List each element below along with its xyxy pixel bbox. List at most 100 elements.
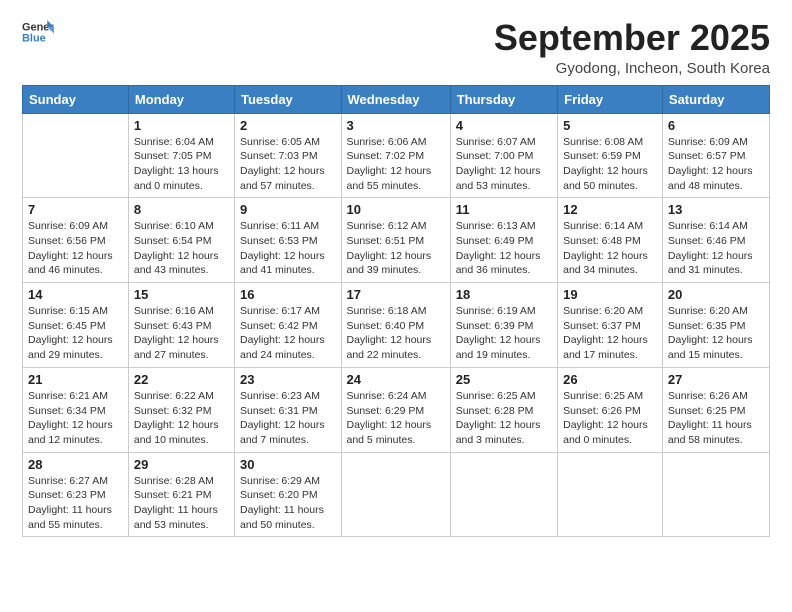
day-number: 9 <box>240 202 336 217</box>
calendar-table: SundayMondayTuesdayWednesdayThursdayFrid… <box>22 85 770 538</box>
day-cell: 8 Sunrise: 6:10 AM Sunset: 6:54 PM Daylig… <box>128 198 234 283</box>
day-number: 30 <box>240 457 336 472</box>
header-row: SundayMondayTuesdayWednesdayThursdayFrid… <box>23 85 770 113</box>
day-number: 7 <box>28 202 123 217</box>
week-row-1: 1 Sunrise: 6:04 AM Sunset: 7:05 PM Daylig… <box>23 113 770 198</box>
month-title: September 2025 <box>494 18 770 58</box>
day-info: Sunrise: 6:14 AM Sunset: 6:48 PM Dayligh… <box>563 219 657 278</box>
day-number: 5 <box>563 118 657 133</box>
day-number: 12 <box>563 202 657 217</box>
day-number: 27 <box>668 372 764 387</box>
day-info: Sunrise: 6:13 AM Sunset: 6:49 PM Dayligh… <box>456 219 552 278</box>
day-cell: 3Sunrise: 6:06 AM Sunset: 7:02 PM Daylig… <box>341 113 450 198</box>
day-info: Sunrise: 6:04 AM Sunset: 7:05 PM Dayligh… <box>134 135 229 194</box>
week-row-5: 28 Sunrise: 6:27 AM Sunset: 6:23 PM Dayli… <box>23 452 770 537</box>
day-info: Sunrise: 6:19 AM Sunset: 6:39 PM Dayligh… <box>456 304 552 363</box>
day-number: 1 <box>134 118 229 133</box>
day-cell: 29 Sunrise: 6:28 AM Sunset: 6:21 PM Dayli… <box>128 452 234 537</box>
day-cell: 1 Sunrise: 6:04 AM Sunset: 7:05 PM Daylig… <box>128 113 234 198</box>
day-number: 24 <box>347 372 445 387</box>
day-cell: 24 Sunrise: 6:24 AM Sunset: 6:29 PM Dayli… <box>341 367 450 452</box>
day-cell: 2 Sunrise: 6:05 AM Sunset: 7:03 PM Daylig… <box>235 113 342 198</box>
day-info: Sunrise: 6:28 AM Sunset: 6:21 PM Dayligh… <box>134 474 229 533</box>
day-number: 15 <box>134 287 229 302</box>
day-number: 6 <box>668 118 764 133</box>
header: General Blue September 2025 Gyodong, Inc… <box>22 18 770 77</box>
day-number: 10 <box>347 202 445 217</box>
day-info: Sunrise: 6:25 AM Sunset: 6:26 PM Dayligh… <box>563 389 657 448</box>
day-info: Sunrise: 6:25 AM Sunset: 6:28 PM Dayligh… <box>456 389 552 448</box>
day-cell: 25Sunrise: 6:25 AM Sunset: 6:28 PM Dayli… <box>450 367 557 452</box>
day-info: Sunrise: 6:11 AM Sunset: 6:53 PM Dayligh… <box>240 219 336 278</box>
day-number: 17 <box>347 287 445 302</box>
day-number: 26 <box>563 372 657 387</box>
day-cell: 28 Sunrise: 6:27 AM Sunset: 6:23 PM Dayli… <box>23 452 129 537</box>
day-cell: 23 Sunrise: 6:23 AM Sunset: 6:31 PM Dayli… <box>235 367 342 452</box>
day-info: Sunrise: 6:12 AM Sunset: 6:51 PM Dayligh… <box>347 219 445 278</box>
day-cell <box>450 452 557 537</box>
logo-icon: General Blue <box>22 18 54 46</box>
day-info: Sunrise: 6:21 AM Sunset: 6:34 PM Dayligh… <box>28 389 123 448</box>
svg-text:Blue: Blue <box>22 32 46 44</box>
day-number: 28 <box>28 457 123 472</box>
day-cell: 18 Sunrise: 6:19 AM Sunset: 6:39 PM Dayli… <box>450 283 557 368</box>
week-row-2: 7 Sunrise: 6:09 AM Sunset: 6:56 PM Daylig… <box>23 198 770 283</box>
day-cell: 7 Sunrise: 6:09 AM Sunset: 6:56 PM Daylig… <box>23 198 129 283</box>
day-cell: 13 Sunrise: 6:14 AM Sunset: 6:46 PM Dayli… <box>662 198 769 283</box>
day-info: Sunrise: 6:20 AM Sunset: 6:37 PM Dayligh… <box>563 304 657 363</box>
day-cell: 14Sunrise: 6:15 AM Sunset: 6:45 PM Dayli… <box>23 283 129 368</box>
day-cell: 26 Sunrise: 6:25 AM Sunset: 6:26 PM Dayli… <box>558 367 663 452</box>
day-info: Sunrise: 6:24 AM Sunset: 6:29 PM Dayligh… <box>347 389 445 448</box>
day-info: Sunrise: 6:14 AM Sunset: 6:46 PM Dayligh… <box>668 219 764 278</box>
day-info: Sunrise: 6:16 AM Sunset: 6:43 PM Dayligh… <box>134 304 229 363</box>
day-cell: 19 Sunrise: 6:20 AM Sunset: 6:37 PM Dayli… <box>558 283 663 368</box>
day-number: 19 <box>563 287 657 302</box>
day-info: Sunrise: 6:20 AM Sunset: 6:35 PM Dayligh… <box>668 304 764 363</box>
day-number: 11 <box>456 202 552 217</box>
day-cell: 4 Sunrise: 6:07 AM Sunset: 7:00 PM Daylig… <box>450 113 557 198</box>
day-cell: 9 Sunrise: 6:11 AM Sunset: 6:53 PM Daylig… <box>235 198 342 283</box>
day-info: Sunrise: 6:26 AM Sunset: 6:25 PM Dayligh… <box>668 389 764 448</box>
day-info: Sunrise: 6:09 AM Sunset: 6:57 PM Dayligh… <box>668 135 764 194</box>
col-header-saturday: Saturday <box>662 85 769 113</box>
day-number: 13 <box>668 202 764 217</box>
day-number: 29 <box>134 457 229 472</box>
day-cell: 22 Sunrise: 6:22 AM Sunset: 6:32 PM Dayli… <box>128 367 234 452</box>
logo: General Blue <box>22 18 54 46</box>
day-number: 20 <box>668 287 764 302</box>
day-cell: 30Sunrise: 6:29 AM Sunset: 6:20 PM Dayli… <box>235 452 342 537</box>
day-info: Sunrise: 6:08 AM Sunset: 6:59 PM Dayligh… <box>563 135 657 194</box>
day-cell <box>341 452 450 537</box>
day-number: 4 <box>456 118 552 133</box>
week-row-4: 21 Sunrise: 6:21 AM Sunset: 6:34 PM Dayli… <box>23 367 770 452</box>
day-cell: 12 Sunrise: 6:14 AM Sunset: 6:48 PM Dayli… <box>558 198 663 283</box>
day-info: Sunrise: 6:09 AM Sunset: 6:56 PM Dayligh… <box>28 219 123 278</box>
day-info: Sunrise: 6:05 AM Sunset: 7:03 PM Dayligh… <box>240 135 336 194</box>
day-info: Sunrise: 6:07 AM Sunset: 7:00 PM Dayligh… <box>456 135 552 194</box>
day-info: Sunrise: 6:06 AM Sunset: 7:02 PM Dayligh… <box>347 135 445 194</box>
day-cell: 6 Sunrise: 6:09 AM Sunset: 6:57 PM Daylig… <box>662 113 769 198</box>
col-header-tuesday: Tuesday <box>235 85 342 113</box>
day-number: 23 <box>240 372 336 387</box>
day-info: Sunrise: 6:17 AM Sunset: 6:42 PM Dayligh… <box>240 304 336 363</box>
day-cell <box>662 452 769 537</box>
day-number: 2 <box>240 118 336 133</box>
day-info: Sunrise: 6:18 AM Sunset: 6:40 PM Dayligh… <box>347 304 445 363</box>
calendar-page: General Blue September 2025 Gyodong, Inc… <box>0 0 792 612</box>
day-cell: 20 Sunrise: 6:20 AM Sunset: 6:35 PM Dayli… <box>662 283 769 368</box>
day-cell <box>558 452 663 537</box>
col-header-sunday: Sunday <box>23 85 129 113</box>
day-number: 18 <box>456 287 552 302</box>
week-row-3: 14Sunrise: 6:15 AM Sunset: 6:45 PM Dayli… <box>23 283 770 368</box>
day-number: 22 <box>134 372 229 387</box>
day-info: Sunrise: 6:27 AM Sunset: 6:23 PM Dayligh… <box>28 474 123 533</box>
day-number: 14 <box>28 287 123 302</box>
day-info: Sunrise: 6:23 AM Sunset: 6:31 PM Dayligh… <box>240 389 336 448</box>
day-cell: 17 Sunrise: 6:18 AM Sunset: 6:40 PM Dayli… <box>341 283 450 368</box>
day-number: 21 <box>28 372 123 387</box>
col-header-friday: Friday <box>558 85 663 113</box>
day-number: 8 <box>134 202 229 217</box>
day-info: Sunrise: 6:10 AM Sunset: 6:54 PM Dayligh… <box>134 219 229 278</box>
day-cell: 11 Sunrise: 6:13 AM Sunset: 6:49 PM Dayli… <box>450 198 557 283</box>
day-info: Sunrise: 6:22 AM Sunset: 6:32 PM Dayligh… <box>134 389 229 448</box>
